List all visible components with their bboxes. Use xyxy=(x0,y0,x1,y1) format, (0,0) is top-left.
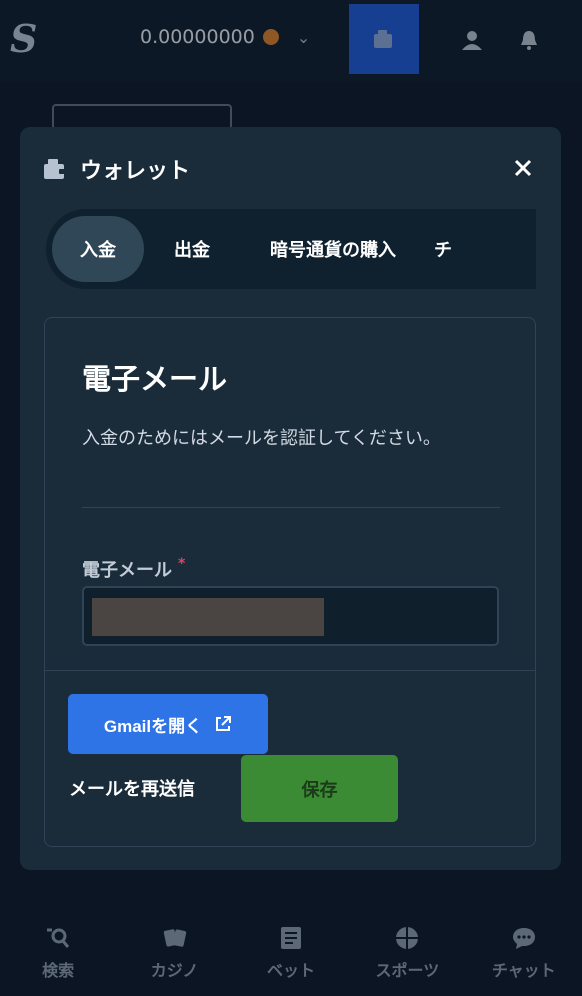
save-button[interactable]: 保存 xyxy=(241,755,398,822)
section-description: 入金のためにはメールを認証してください。 xyxy=(82,428,441,449)
tab-withdraw[interactable]: 出金 xyxy=(144,216,240,282)
divider xyxy=(82,507,500,508)
tab-buy-crypto[interactable]: 暗号通貨の購入 xyxy=(240,216,426,282)
open-gmail-button[interactable]: Gmailを開く xyxy=(68,694,268,754)
open-gmail-label: Gmailを開く xyxy=(103,716,203,736)
email-field[interactable] xyxy=(82,586,499,646)
modal-header: ウォレット xyxy=(42,153,190,185)
close-button[interactable] xyxy=(510,155,536,181)
email-label-text: 電子メール xyxy=(82,560,172,581)
resend-email-link[interactable]: メールを再送信 xyxy=(69,775,195,801)
wallet-tabs: 入金 出金 暗号通貨の購入 チ xyxy=(46,209,536,289)
close-icon xyxy=(514,159,532,177)
wallet-icon xyxy=(44,159,66,179)
redacted-email xyxy=(92,598,324,636)
section-title: 電子メール xyxy=(82,362,228,396)
required-marker: * xyxy=(178,556,186,572)
divider xyxy=(45,670,535,671)
external-link-icon xyxy=(216,716,232,731)
tab-overflow[interactable]: チ xyxy=(426,216,482,282)
email-field-label: 電子メール * xyxy=(82,556,185,582)
tab-deposit[interactable]: 入金 xyxy=(52,216,144,282)
modal-title: ウォレット xyxy=(80,159,191,184)
wallet-modal: ウォレット 入金 出金 暗号通貨の購入 チ 電子メール 入金のためにはメールを認… xyxy=(20,127,561,870)
